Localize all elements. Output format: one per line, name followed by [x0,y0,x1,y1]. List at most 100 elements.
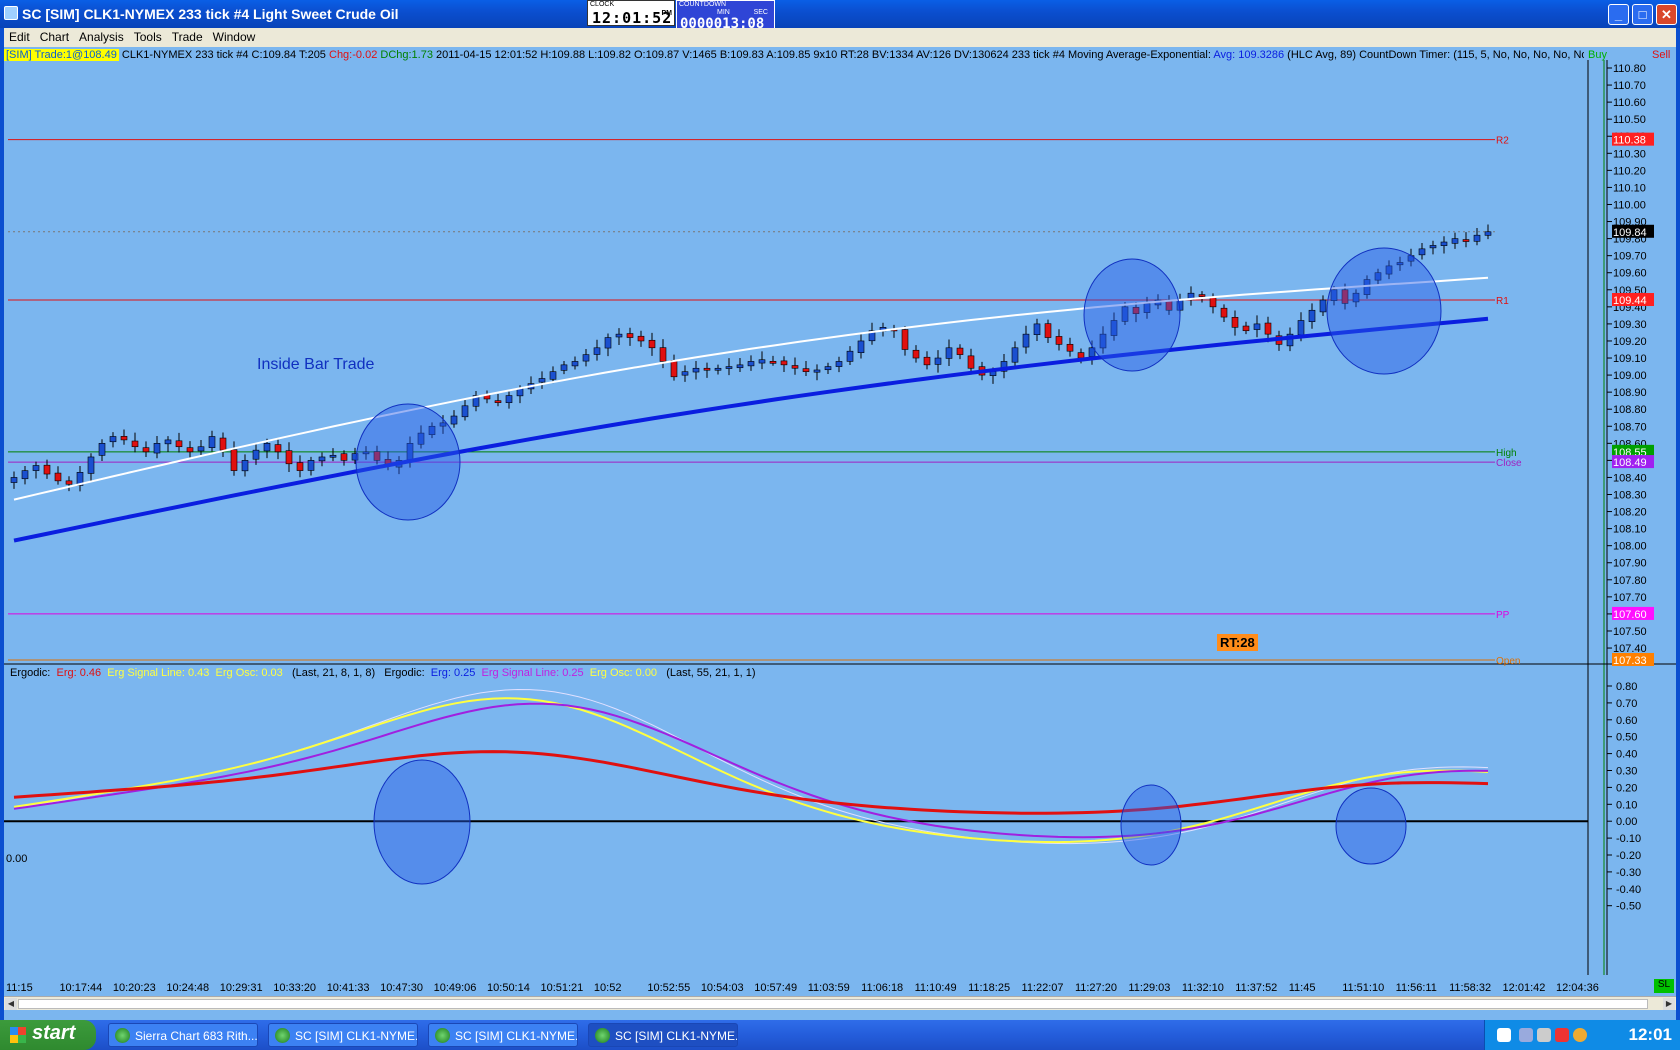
candle [1473,234,1481,242]
candle [516,388,524,397]
scroll-left-icon[interactable]: ◀ [5,998,17,1010]
level-tag-r2: 110.38 [1613,135,1646,147]
osc-tick-label: -0.20 [1616,850,1641,862]
menu-window[interactable]: Window [208,28,261,46]
candle [1033,323,1041,336]
candle [1462,239,1470,242]
time-tick-label: 10:51:21 [540,982,583,994]
level-tag-r1: 109.44 [1613,295,1647,307]
menu-chart[interactable]: Chart [35,28,74,46]
candle [967,355,975,369]
ergodic-2-osc: Erg Osc: 0.00 [589,667,658,679]
time-tick-label: 10:47:30 [380,982,423,994]
menu-analysis[interactable]: Analysis [74,28,129,46]
candle [901,329,909,350]
candle [10,477,18,483]
price-tick-label: 107.80 [1613,575,1647,587]
close-button[interactable]: ✕ [1656,4,1677,25]
help-icon[interactable] [1497,1028,1511,1042]
time-tick-label: 11:03:59 [808,982,850,994]
time-tick-label: 11:58:32 [1449,982,1491,994]
taskbar-item-label: SC [SIM] CLK1-NYME... [615,1029,738,1043]
candle [934,357,942,365]
security-icon[interactable] [1555,1028,1569,1042]
menu-tools[interactable]: Tools [129,28,167,46]
sierra-chart-icon [115,1028,130,1043]
osc-tick-label: 0.50 [1616,732,1637,744]
scrollbar-thumb[interactable] [18,999,1648,1009]
time-tick-label: 10:29:31 [220,982,263,994]
google-icon[interactable] [1573,1028,1587,1042]
time-tick-label: 11:15 [6,982,33,994]
time-tick-label: 10:52:55 [647,982,690,994]
price-chart-svg[interactable]: 110.80110.70110.60110.50110.40110.30110.… [4,47,1676,999]
time-tick-label: 11:45 [1289,982,1316,994]
candle [648,339,656,349]
printer-icon[interactable] [1537,1028,1551,1042]
candle [813,369,821,373]
chart-area[interactable]: 110.80110.70110.60110.50110.40110.30110.… [4,47,1676,999]
osc-highlight-circle [1335,787,1407,865]
level-label-r1: R1 [1496,296,1509,307]
time-tick-label: 10:41:33 [327,982,370,994]
taskbar-item-chart-3[interactable]: SC [SIM] CLK1-NYME... [588,1023,738,1047]
osc-highlight-circle [1120,784,1182,866]
sell-button[interactable]: Sell [1652,49,1670,61]
candle [461,405,469,418]
highlight-circle [1083,258,1181,372]
price-tick-label: 108.10 [1613,524,1647,536]
candle [1242,325,1250,332]
time-tick-label: 11:32:10 [1182,982,1224,994]
candle [1022,333,1030,348]
start-label: start [32,1022,76,1044]
taskbar-item-chart-2[interactable]: SC [SIM] CLK1-NYME... [428,1023,578,1047]
osc-tick-label: 0.00 [1616,816,1637,828]
sl-indicator[interactable]: SL [1654,979,1674,993]
candle [87,456,95,474]
time-tick-label: 11:18:25 [968,982,1010,994]
scroll-right-icon[interactable]: ▶ [1663,998,1675,1010]
price-tick-label: 110.60 [1613,97,1646,109]
candle [1066,343,1074,352]
countdown-label: COUNTDOWN [679,1,727,8]
horizontal-scrollbar[interactable]: ◀ ▶ [4,996,1676,1010]
time-tick-label: 10:20:23 [113,982,156,994]
price-tick-label: 109.60 [1613,268,1647,280]
time-tick-label: 11:27:20 [1075,982,1117,994]
maximize-button[interactable]: □ [1632,4,1653,25]
ergodic-2-label: Ergodic: [384,667,425,679]
start-button[interactable]: start [0,1020,96,1050]
candle [153,443,161,454]
candle [505,395,513,404]
menu-edit[interactable]: Edit [4,28,35,46]
time-tick-label: 11:06:18 [861,982,903,994]
candle [241,460,249,472]
chart-icon [595,1028,610,1043]
candle [1231,317,1239,328]
osc-tick-label: -0.30 [1616,867,1641,879]
osc-tick-label: -0.10 [1616,833,1641,845]
time-tick-label: 11:10:49 [915,982,957,994]
candle [604,337,612,349]
price-tick-label: 110.10 [1613,182,1646,194]
taskbar-item-chart-1[interactable]: SC [SIM] CLK1-NYME... [268,1023,418,1047]
time-tick-label: 10:49:06 [434,982,477,994]
chart-info-line: [SIM] Trade:1@108.49 CLK1-NYMEX 233 tick… [4,49,1584,63]
rt-label: RT:28 [1217,634,1258,651]
candle [1055,336,1063,345]
price-tick-label: 110.00 [1613,199,1646,211]
network-icon[interactable] [1519,1028,1533,1042]
candle [956,347,964,355]
candle [175,440,183,448]
buy-button[interactable]: Buy [1588,49,1607,61]
candle [1319,299,1327,313]
candle [43,464,51,475]
candle [1044,323,1052,338]
menu-trade[interactable]: Trade [167,28,208,46]
erg-slow-signal-line [13,702,1489,839]
price-tick-label: 108.80 [1613,404,1647,416]
taskbar-item-sierra-chart[interactable]: Sierra Chart 683 Rith... [108,1023,258,1047]
candle [1077,352,1085,359]
candle [98,443,106,456]
minimize-button[interactable]: _ [1608,4,1629,25]
